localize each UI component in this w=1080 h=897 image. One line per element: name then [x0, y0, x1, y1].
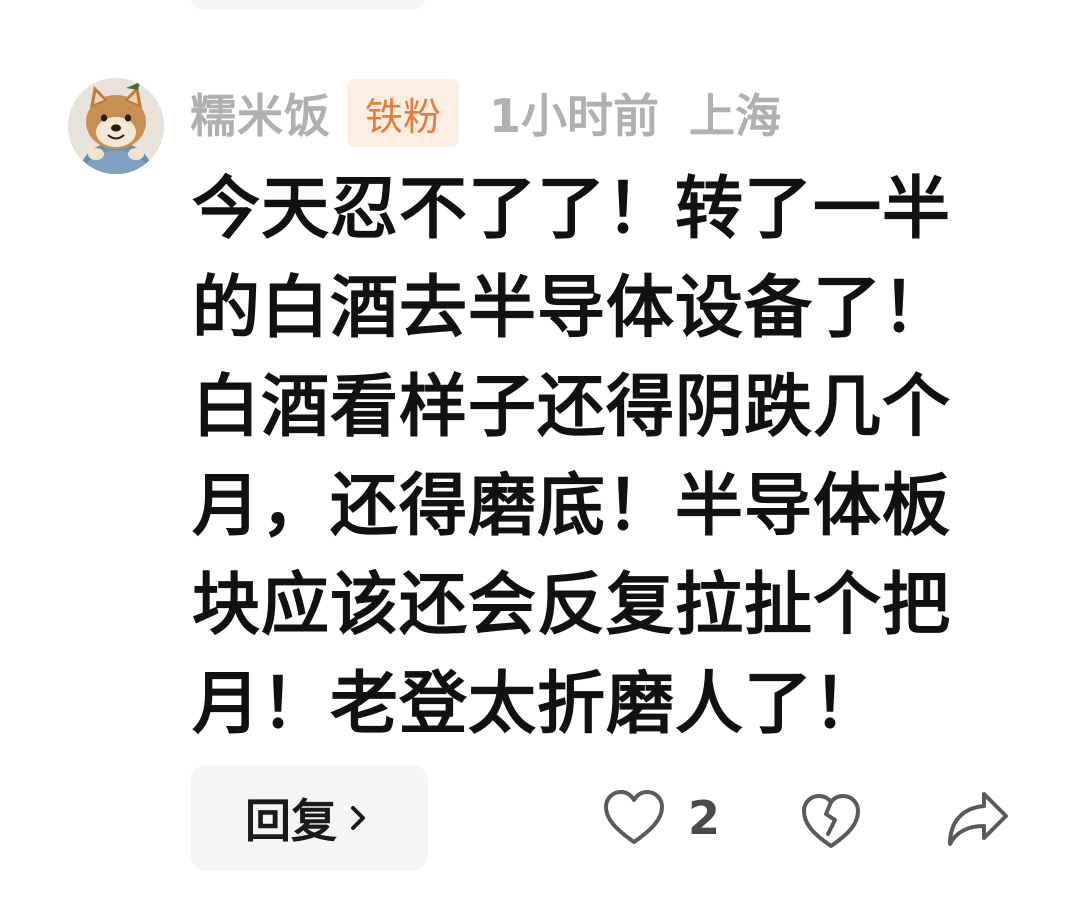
- reply-button[interactable]: 回复: [190, 765, 428, 871]
- heart-outline-icon: [604, 790, 664, 844]
- comment-text-line: 月！老登太折磨人了！: [192, 665, 883, 744]
- previous-reply-button-edge[interactable]: [190, 0, 426, 10]
- location: 上海: [689, 89, 782, 143]
- like-count: 2: [688, 791, 721, 845]
- reply-label: 回复: [245, 794, 337, 848]
- fan-badge: 铁粉: [347, 79, 460, 147]
- comment-text-line: 的白酒去半导体设备了！: [192, 269, 952, 348]
- username[interactable]: 糯米饭: [190, 80, 331, 146]
- comment-header: 糯米饭 铁粉 1小时前 上海: [190, 78, 781, 148]
- like-button[interactable]: 2: [602, 788, 720, 848]
- chevron-right-icon: [351, 806, 365, 830]
- shiba-dog-avatar-icon: [68, 78, 164, 174]
- comment-text-line: 白酒看样子还得阴跌几个: [192, 368, 952, 447]
- comment-text-line: 今天忍不了了！转了一半: [192, 170, 952, 249]
- timestamp: 1小时前: [489, 89, 660, 143]
- comment-text-line: 块应该还会反复拉扯个把: [192, 566, 952, 645]
- comment-text-line: 月，还得磨底！半导体板: [192, 467, 952, 546]
- avatar[interactable]: [68, 78, 164, 174]
- share-arrow-icon[interactable]: [944, 786, 1012, 852]
- comment-screen: 糯米饭 铁粉 1小时前 上海 今天忍不了了！转了一半 的白酒去半导体设备了！ 白…: [0, 0, 1080, 897]
- broken-heart-icon[interactable]: [800, 790, 862, 852]
- comment-text: 今天忍不了了！转了一半 的白酒去半导体设备了！ 白酒看样子还得阴跌几个 月，还得…: [192, 160, 1022, 754]
